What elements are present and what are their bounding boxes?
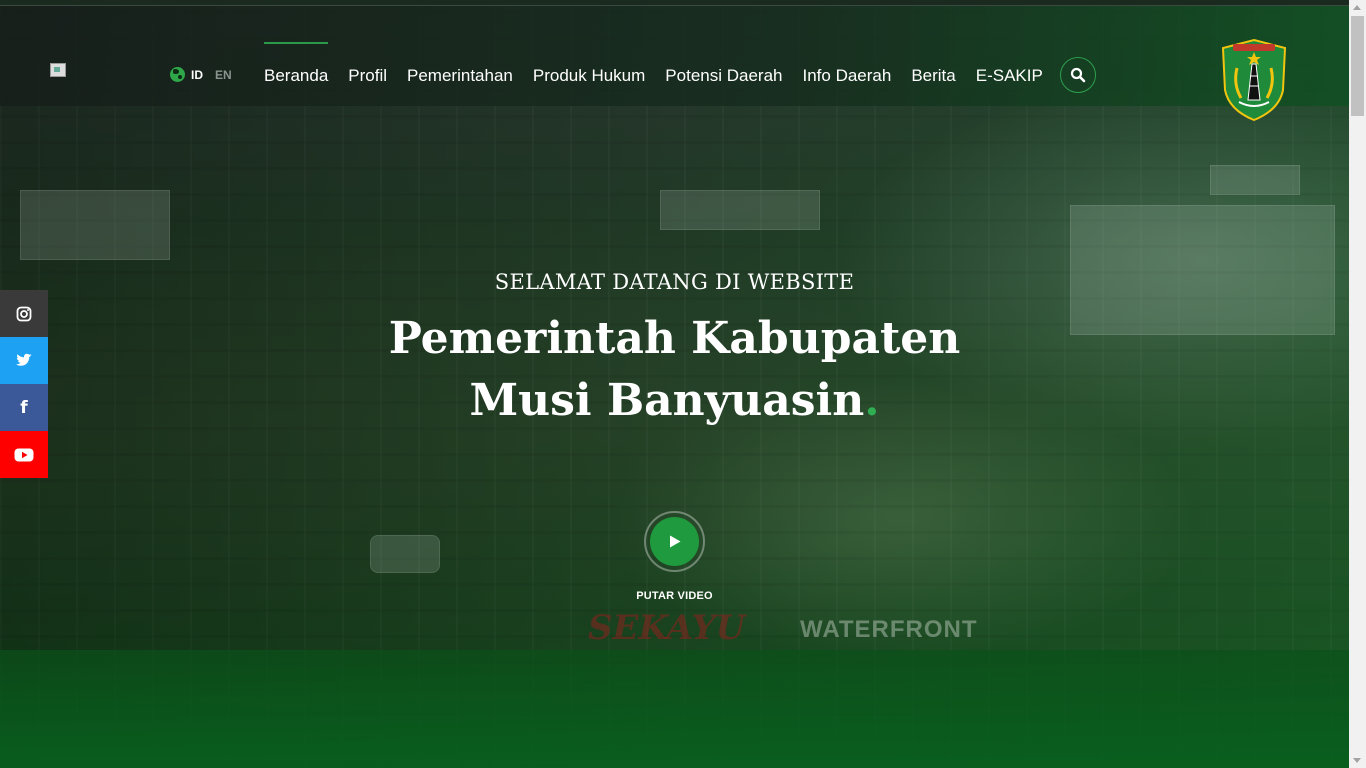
youtube-icon [14, 448, 34, 461]
welcome-text: SELAMAT DATANG DI WEBSITE [494, 270, 855, 294]
language-switcher: ID EN [170, 67, 232, 82]
page-title: Pemerintah Kabupaten Musi Banyuasin. [0, 308, 1349, 432]
background-sign: WATERFRONT [800, 616, 978, 643]
nav-item-potensi-daerah[interactable]: Potensi Daerah [665, 42, 782, 90]
background-sign-red: SEKAYU [588, 608, 746, 648]
nav-item-berita[interactable]: Berita [911, 42, 955, 90]
play-icon [669, 535, 680, 548]
globe-icon [170, 67, 185, 82]
search-icon [1070, 67, 1086, 83]
nav-item-profil[interactable]: Profil [348, 42, 387, 90]
main-nav: Beranda Profil Pemerintahan Produk Hukum… [264, 42, 1043, 90]
nav-item-e-sakip[interactable]: E-SAKIP [976, 42, 1043, 90]
page-title-line1: Pemerintah Kabupaten [388, 313, 961, 364]
scroll-thumb[interactable] [1351, 16, 1364, 116]
youtube-link[interactable] [0, 431, 48, 478]
play-button-inner [650, 517, 699, 566]
site-logo[interactable] [50, 63, 66, 77]
page-title-line2: Musi Banyuasin [469, 375, 865, 426]
nav-item-pemerintahan[interactable]: Pemerintahan [407, 42, 513, 90]
play-video-label: PUTAR VIDEO [636, 590, 713, 602]
play-video-button[interactable] [644, 511, 705, 572]
regency-crest-icon[interactable] [1219, 38, 1289, 122]
language-en-link[interactable]: EN [215, 68, 232, 82]
scroll-down-arrow-icon[interactable] [1353, 758, 1361, 763]
nav-item-beranda[interactable]: Beranda [264, 42, 329, 90]
title-dot: . [864, 375, 880, 426]
page-scrollbar[interactable] [1349, 0, 1366, 768]
language-id-link[interactable]: ID [191, 68, 203, 82]
search-button[interactable] [1060, 57, 1096, 93]
scroll-up-arrow-icon[interactable] [1353, 5, 1361, 10]
nav-item-produk-hukum[interactable]: Produk Hukum [533, 42, 645, 90]
nav-item-info-daerah[interactable]: Info Daerah [802, 42, 891, 90]
